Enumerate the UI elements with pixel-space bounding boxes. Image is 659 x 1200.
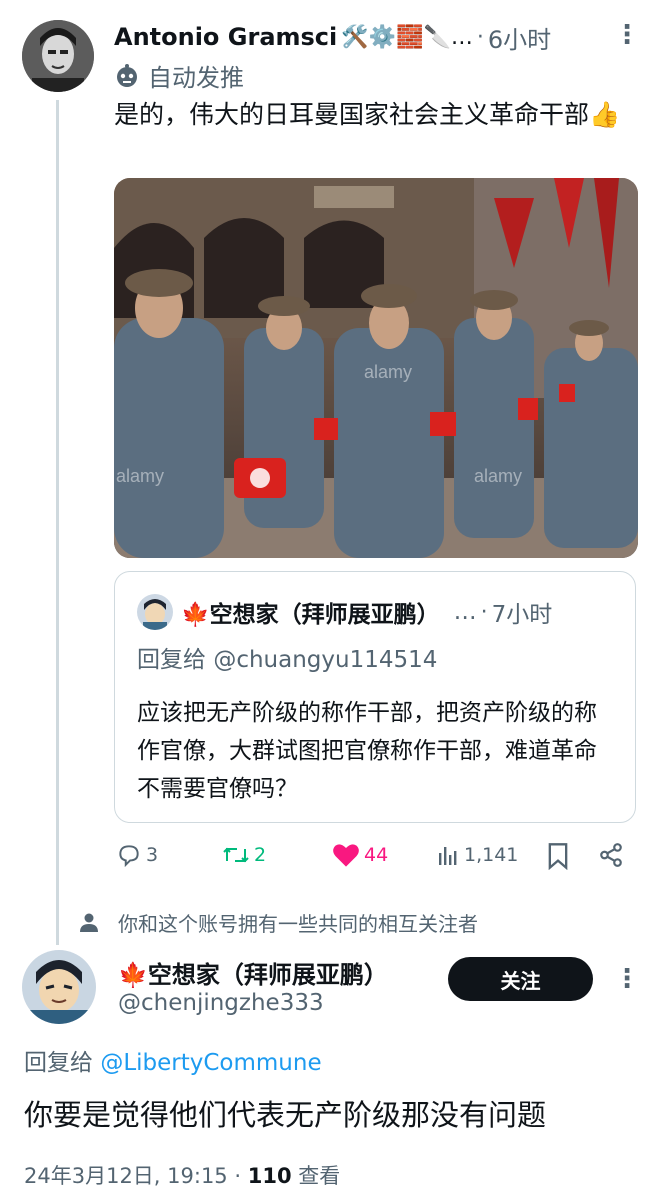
separator-dot: · (476, 24, 484, 50)
tweet-actions: 3 2 44 1,141 (114, 842, 634, 876)
reply-prefix: 回复给 (24, 1050, 101, 1076)
quoted-tweet-text: 应该把无产阶级的称作干部，把资产阶级的称作官僚，大群试图把官僚称作干部，难道革命… (137, 700, 597, 802)
tweet-text: 是的，伟大的日耳曼国家社会主义革命干部👍 (114, 100, 621, 129)
quoted-ellipsis: … (453, 599, 477, 625)
follow-button[interactable]: 关注 (448, 957, 593, 1001)
quoted-author-name[interactable]: 🍁空想家（拜师展亚鹏） (181, 595, 440, 629)
like-count: 44 (364, 844, 389, 866)
retweet-icon (223, 847, 249, 863)
author-name[interactable]: Antonio Gramsci (114, 23, 337, 51)
reply-to-handle-link[interactable]: @LibertyCommune (100, 1050, 321, 1076)
share-button[interactable] (598, 842, 628, 868)
author-emojis: 🛠️⚙️🧱🔪… (341, 24, 473, 50)
reply-button[interactable]: 3 (116, 842, 158, 868)
mutual-followers-notice: 你和这个账号拥有一些共同的相互关注者 (78, 908, 478, 937)
quoted-reply-to: 回复给 @chuangyu114514 (137, 640, 437, 674)
more-options-icon[interactable]: ⋮ (614, 966, 640, 992)
separator-dot: · (480, 599, 488, 625)
thread-line (56, 100, 59, 945)
tweet-time[interactable]: 6小时 (488, 20, 551, 55)
quoted-time[interactable]: 7小时 (492, 595, 553, 629)
person-icon (80, 913, 98, 932)
reply-icon (119, 845, 139, 868)
quoted-author-avatar[interactable] (137, 594, 173, 630)
heart-icon (333, 844, 359, 867)
mutual-followers-text: 你和这个账号拥有一些共同的相互关注者 (118, 912, 478, 936)
bookmark-button[interactable] (546, 842, 574, 870)
reply-text: 你要是觉得他们代表无产阶级那没有问题 (24, 1098, 547, 1132)
automated-label: 自动发推 (114, 58, 244, 93)
quoted-reply-handle: @chuangyu114514 (213, 647, 438, 673)
svg-text:alamy: alamy (116, 466, 164, 486)
reply-author-name[interactable]: 🍁空想家（拜师展亚鹏） (118, 955, 388, 990)
reply-views-label: 查看 (298, 1164, 341, 1188)
reply-prefix: 回复给 (137, 647, 214, 673)
bookmark-icon (548, 843, 568, 870)
like-button[interactable]: 44 (332, 842, 388, 868)
views-button[interactable]: 1,141 (436, 842, 518, 868)
reply-meta: 24年3月12日, 19:15 · 110 查看 (24, 1160, 340, 1190)
bot-icon (117, 63, 137, 87)
reply-views-count: 110 (247, 1164, 292, 1188)
automated-label-text: 自动发推 (148, 64, 244, 92)
tweet-header: Antonio Gramsci 🛠️⚙️🧱🔪… · 6小时 (114, 18, 659, 56)
more-options-icon[interactable]: ⋮ (614, 22, 640, 48)
tweet-photo[interactable]: alamy alamy alamy (114, 178, 638, 558)
reply-author-handle[interactable]: @chenjingzhe333 (118, 990, 324, 1016)
quoted-tweet[interactable]: 🍁空想家（拜师展亚鹏） … · 7小时 回复给 @chuangyu114514 … (114, 571, 636, 823)
author-avatar[interactable] (22, 20, 94, 92)
views-count: 1,141 (464, 844, 519, 866)
reply-date[interactable]: 24年3月12日, 19:15 (24, 1164, 228, 1188)
retweet-count: 2 (254, 844, 267, 866)
separator-dot: · (234, 1164, 248, 1188)
views-icon (439, 847, 457, 865)
reply-count: 3 (146, 844, 159, 866)
quoted-tweet-header: 🍁空想家（拜师展亚鹏） … · 7小时 (137, 594, 613, 630)
svg-text:alamy: alamy (474, 466, 522, 486)
share-icon (600, 843, 622, 867)
retweet-button[interactable]: 2 (222, 842, 266, 868)
reply-author-avatar[interactable] (22, 950, 96, 1024)
reply-to: 回复给 @LibertyCommune (24, 1043, 322, 1077)
svg-text:alamy: alamy (364, 362, 412, 382)
